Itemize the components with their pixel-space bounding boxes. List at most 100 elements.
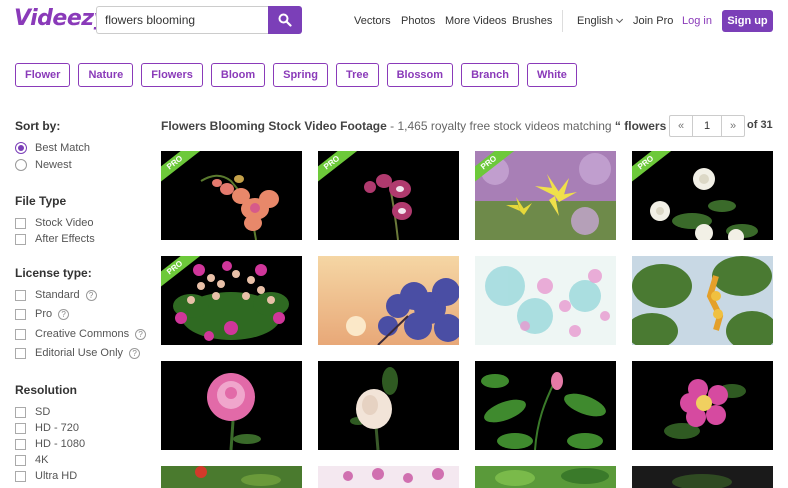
help-icon[interactable]: ? xyxy=(85,289,97,301)
filter-standard[interactable]: Standard? xyxy=(15,288,97,302)
option-label: Editorial Use Only xyxy=(35,347,124,359)
thumb-leaves-yellow-flower[interactable] xyxy=(632,256,773,345)
tag-spring[interactable]: Spring xyxy=(273,63,328,87)
nav-vectors[interactable]: Vectors xyxy=(354,15,391,27)
option-label: Best Match xyxy=(35,142,91,154)
search-input[interactable] xyxy=(96,6,269,34)
thumb-pink-orchid[interactable]: PRO xyxy=(161,151,302,240)
join-pro-link[interactable]: Join Pro xyxy=(633,15,673,27)
tag-bloom[interactable]: Bloom xyxy=(210,63,266,87)
white-rose-bud-image xyxy=(318,361,459,450)
filter-hd-1080[interactable]: HD - 1080 xyxy=(15,437,85,451)
nav-divider xyxy=(562,10,563,32)
option-label: 4K xyxy=(35,454,49,466)
filter-stock-video[interactable]: Stock Video xyxy=(15,216,94,230)
green-leaves-partial-image xyxy=(475,466,616,488)
checkbox[interactable] xyxy=(15,470,26,482)
nav-more-videos[interactable]: More Videos xyxy=(445,15,507,27)
thumb-pink-peony[interactable] xyxy=(161,361,302,450)
help-icon[interactable]: ? xyxy=(58,308,70,320)
filter-ultra-hd[interactable]: Ultra HD xyxy=(15,469,77,483)
results-query: “ flowers blooming ” xyxy=(614,119,668,133)
page-number[interactable]: 1 xyxy=(692,116,722,136)
checkbox[interactable] xyxy=(15,217,26,229)
tag-list: Flower Nature Flowers Bloom Spring Tree … xyxy=(15,63,577,87)
filter-pro[interactable]: Pro? xyxy=(15,307,70,321)
checkbox[interactable] xyxy=(15,438,26,450)
tag-flower[interactable]: Flower xyxy=(15,63,71,87)
thumb-purple-orchid[interactable]: PRO xyxy=(318,151,459,240)
checkbox[interactable] xyxy=(15,454,26,466)
filter-after-effects[interactable]: After Effects xyxy=(15,232,95,246)
wild-rose-image xyxy=(632,361,773,450)
filter-creative-commons[interactable]: Creative Commons? xyxy=(15,327,147,341)
tag-blossom[interactable]: Blossom xyxy=(386,63,454,87)
chevron-down-icon xyxy=(616,15,624,24)
login-link[interactable]: Log in xyxy=(682,15,712,27)
checkbox[interactable] xyxy=(15,289,26,301)
pagination: « 1 » xyxy=(669,115,745,137)
page-total: of 31 xyxy=(747,119,773,131)
tag-branch[interactable]: Branch xyxy=(461,63,519,87)
prev-page-button[interactable]: « xyxy=(670,116,692,136)
tag-white[interactable]: White xyxy=(526,63,577,87)
filter-hd-720[interactable]: HD - 720 xyxy=(15,421,79,435)
nav-brushes[interactable]: Brushes xyxy=(512,15,552,27)
option-label: SD xyxy=(35,406,51,418)
filter-editorial[interactable]: Editorial Use Only? xyxy=(15,346,141,360)
option-label: Creative Commons xyxy=(35,328,130,340)
option-label: Newest xyxy=(35,159,72,171)
logo[interactable]: Videezy xyxy=(14,6,108,31)
filter-sd[interactable]: SD xyxy=(15,405,50,419)
option-label: HD - 1080 xyxy=(35,438,86,450)
sort-newest[interactable]: Newest xyxy=(15,158,72,172)
pink-peony-image xyxy=(161,361,302,450)
option-label: Ultra HD xyxy=(35,470,78,482)
leaves-yellow-flower-image xyxy=(632,256,773,345)
thumb-wild-rose[interactable] xyxy=(632,361,773,450)
tag-flowers[interactable]: Flowers xyxy=(141,63,203,87)
radio-selected[interactable] xyxy=(15,142,27,154)
option-label: Pro xyxy=(35,308,53,320)
thumb-red-flower-partial[interactable] xyxy=(161,466,302,488)
thumb-watercolor-blossoms[interactable] xyxy=(475,256,616,345)
language-label: English xyxy=(577,15,614,27)
header: Videezy Vectors Photos More Videos Brush… xyxy=(0,0,788,42)
checkbox[interactable] xyxy=(15,233,26,245)
resolution-heading: Resolution xyxy=(15,383,77,397)
thumb-white-rose-bud[interactable] xyxy=(318,361,459,450)
search-button[interactable] xyxy=(268,6,302,34)
dark-partial-image xyxy=(632,466,773,488)
checkbox[interactable] xyxy=(15,422,26,434)
results-heading: Flowers Blooming Stock Video Footage xyxy=(161,119,387,133)
signup-button[interactable]: Sign up xyxy=(722,10,773,32)
nav-photos[interactable]: Photos xyxy=(401,15,435,27)
sort-heading: Sort by: xyxy=(15,119,61,133)
checkbox[interactable] xyxy=(15,308,26,320)
sort-best-match[interactable]: Best Match xyxy=(15,141,90,155)
thumb-dark-partial[interactable] xyxy=(632,466,773,488)
filter-4k[interactable]: 4K xyxy=(15,453,48,467)
license-heading: License type: xyxy=(15,266,92,280)
checkbox[interactable] xyxy=(15,347,26,359)
radio[interactable] xyxy=(15,159,27,171)
thumb-lilac-sunset[interactable] xyxy=(318,256,459,345)
thumb-green-leaves-partial[interactable] xyxy=(475,466,616,488)
next-page-button[interactable]: » xyxy=(722,116,744,136)
language-selector[interactable]: English xyxy=(577,15,624,27)
results-count: - 1,465 royalty free stock videos matchi… xyxy=(386,119,615,133)
tag-tree[interactable]: Tree xyxy=(335,63,379,87)
thumb-pink-flowers-partial[interactable] xyxy=(318,466,459,488)
checkbox[interactable] xyxy=(15,406,26,418)
checkbox[interactable] xyxy=(15,328,26,340)
help-icon[interactable]: ? xyxy=(129,347,141,359)
help-icon[interactable]: ? xyxy=(135,328,147,340)
thumb-white-roses[interactable]: PRO xyxy=(632,151,773,240)
thumb-yellow-lilies[interactable]: PRO xyxy=(475,151,616,240)
watercolor-blossoms-image xyxy=(475,256,616,345)
tag-nature[interactable]: Nature xyxy=(78,63,134,87)
thumb-kalanchoe-flowers[interactable]: PRO xyxy=(161,256,302,345)
thumb-rose-bud-leaves[interactable] xyxy=(475,361,616,450)
red-flower-partial-image xyxy=(161,466,302,488)
pink-flowers-partial-image xyxy=(318,466,459,488)
